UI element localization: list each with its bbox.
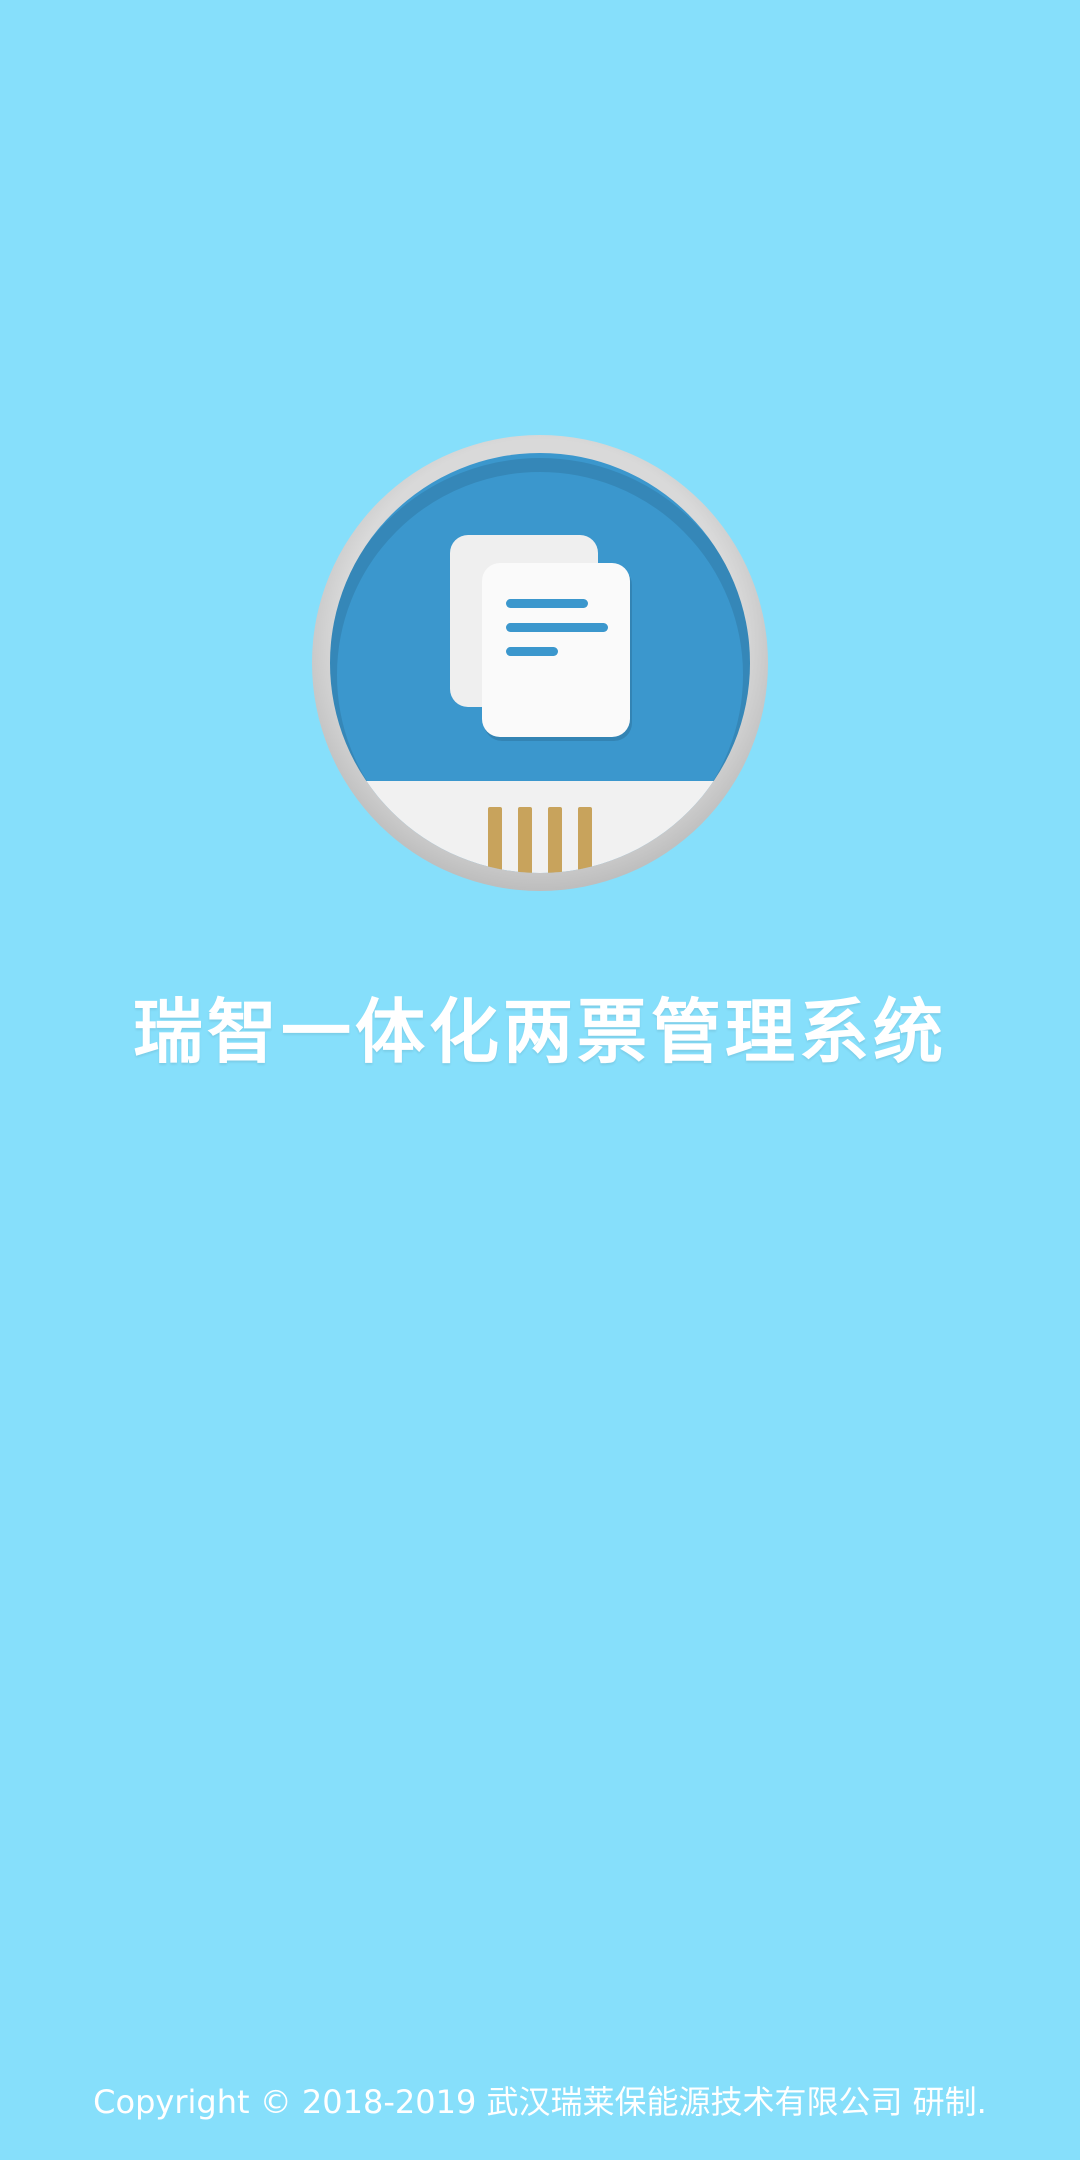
document-card-reader-icon (312, 435, 768, 891)
app-logo (312, 435, 768, 891)
copyright-text: Copyright © 2018-2019 武汉瑞莱保能源技术有限公司 研制. (93, 2083, 987, 2121)
app-title: 瑞智一体化两票管理系统 (133, 991, 947, 1073)
splash-screen: 瑞智一体化两票管理系统 Copyright © 2018-2019 武汉瑞莱保能… (0, 0, 1080, 2160)
